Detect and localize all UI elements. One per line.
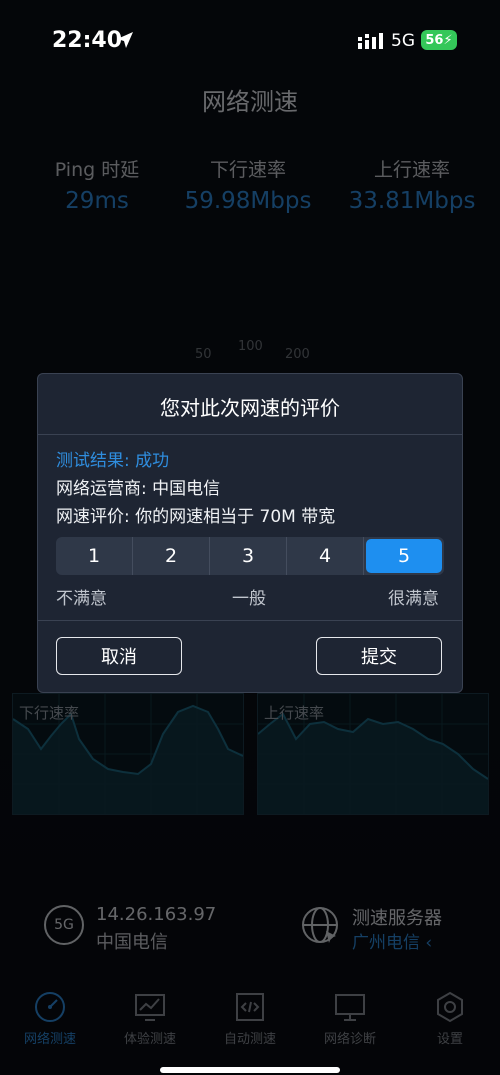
code-file-icon	[236, 993, 264, 1021]
network-5g-badge: 5G	[44, 905, 84, 945]
test-result: 测试结果: 成功	[56, 451, 170, 471]
ping-label: Ping 时延	[54, 159, 140, 181]
upload-label: 上行速率	[373, 159, 450, 181]
tab-settings-label: 设置	[436, 1032, 463, 1047]
speedometer-icon	[35, 992, 65, 1022]
battery-icon: 56 ⚡	[421, 30, 457, 50]
ping-stat: Ping 时延 29ms	[17, 155, 177, 214]
location-arrow-icon	[117, 32, 133, 48]
ping-value: 29ms	[65, 188, 129, 214]
ip-address: 14.26.163.97	[96, 904, 217, 925]
download-value: 59.98Mbps	[184, 188, 312, 214]
tab-auto-test[interactable]: 自动测速	[200, 980, 300, 1047]
tab-experience-test[interactable]: 体验测速	[100, 980, 200, 1047]
bottom-tab-bar: 网络测速 体验测速 自动测速 网络诊断 设置	[0, 980, 500, 1050]
tab-settings[interactable]: 设置	[400, 980, 500, 1047]
rating-option-2[interactable]: 2	[133, 537, 210, 575]
dialog-divider-bottom	[38, 620, 462, 621]
gauge-tick-200: 200	[285, 347, 310, 362]
tab-network-diagnosis-label: 网络诊断	[323, 1032, 376, 1047]
network-badge-label: 5G	[54, 917, 74, 933]
download-stat: 下行速率 59.98Mbps	[168, 155, 328, 214]
monitor-chart-icon	[135, 994, 165, 1021]
rating-dialog: 您对此次网速的评价 测试结果: 成功 网络运营商: 中国电信 网速评价: 你的网…	[37, 373, 463, 693]
status-bar: 22:40 5G 56 ⚡	[0, 0, 500, 80]
cancel-button[interactable]: 取消	[56, 637, 182, 675]
tab-network-diagnosis[interactable]: 网络诊断	[300, 980, 400, 1047]
rating-selector: 1 2 3 4 5	[56, 537, 444, 575]
submit-button[interactable]: 提交	[316, 637, 442, 675]
dialog-title: 您对此次网速的评价	[160, 396, 340, 420]
dialog-divider	[38, 434, 462, 435]
gauge-tick-50: 50	[195, 347, 212, 362]
upload-stat: 上行速率 33.81Mbps	[332, 155, 492, 214]
clock: 22:40	[52, 28, 123, 53]
tab-speed-test[interactable]: 网络测速	[0, 980, 100, 1047]
upload-chart-label: 上行速率	[264, 704, 325, 722]
globe-icon[interactable]	[300, 905, 340, 945]
scale-high-label: 很满意	[388, 589, 439, 609]
server-selector[interactable]: 广州电信 ‹	[352, 928, 432, 953]
tab-experience-test-label: 体验测速	[123, 1032, 176, 1047]
tab-speed-test-label: 网络测速	[23, 1032, 76, 1047]
gear-icon	[437, 991, 463, 1023]
download-chart-label: 下行速率	[19, 704, 80, 722]
network-type: 5G	[391, 31, 415, 51]
download-chart: 下行速率	[12, 693, 244, 815]
rating-option-4[interactable]: 4	[287, 537, 364, 575]
rating-option-3[interactable]: 3	[210, 537, 287, 575]
home-indicator[interactable]	[160, 1067, 340, 1073]
desktop-icon	[335, 994, 365, 1021]
rating-option-5[interactable]: 5	[366, 539, 442, 573]
upload-value: 33.81Mbps	[348, 188, 476, 214]
battery-level: 56	[425, 32, 444, 48]
gauge-tick-100: 100	[238, 339, 263, 354]
scale-low-label: 不满意	[56, 589, 107, 609]
rating-option-1[interactable]: 1	[56, 537, 133, 575]
page-title: 网络测速	[202, 88, 298, 116]
speed-evaluation: 网速评价: 你的网速相当于 70M 带宽	[56, 507, 336, 527]
tab-auto-test-label: 自动测速	[223, 1032, 276, 1047]
server-title: 测速服务器	[352, 908, 442, 929]
cellular-signal-icon	[358, 33, 383, 49]
download-label: 下行速率	[209, 159, 286, 181]
upload-chart: 上行速率	[257, 693, 489, 815]
scale-mid-label: 一般	[232, 589, 266, 609]
carrier-name: 中国电信	[96, 932, 168, 953]
network-operator: 网络运营商: 中国电信	[56, 479, 221, 499]
